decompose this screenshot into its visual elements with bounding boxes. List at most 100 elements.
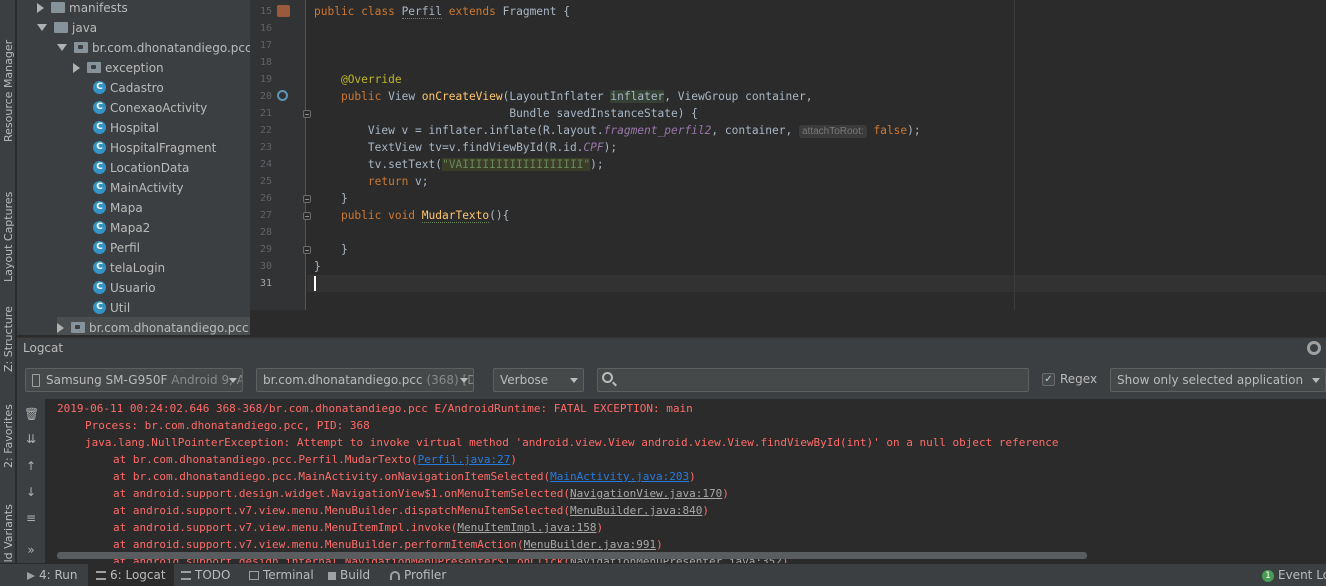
source-link[interactable]: NavigationView.java:170 (570, 487, 722, 500)
tree-item[interactable]: C LocationData (93, 157, 189, 177)
log-text-tail: ) (689, 470, 696, 483)
logcat-tab[interactable]: 6: Logcat (88, 564, 174, 586)
logcat-toolbar: Samsung SM-G950F Android 9, A br.com.dho… (17, 359, 1326, 399)
todo-icon (181, 571, 191, 580)
log-text-tail: ) (510, 453, 517, 466)
tree-item[interactable]: C Hospital (93, 117, 159, 137)
source-link[interactable]: MenuBuilder.java:991 (524, 538, 656, 551)
class-icon: C (93, 121, 106, 134)
tree-item[interactable]: C Util (93, 297, 130, 317)
terminal-tab[interactable]: Terminal (249, 564, 314, 586)
package-icon (87, 62, 101, 73)
collapsed-arrow-icon[interactable] (73, 62, 80, 73)
device-select[interactable]: Samsung SM-G950F Android 9, A (25, 368, 243, 392)
log-text-tail: ) (702, 504, 710, 517)
code-editor[interactable]: 15 16 17 18 19 20 21 22 23 24 25 26 27 28 29 30 31 publi… (250, 0, 1326, 310)
log-line: at android.support.v7.view.menu.MenuItem… (113, 519, 603, 536)
warning-marker-icon[interactable] (277, 5, 290, 17)
line-number: 27 (259, 210, 272, 221)
resource-manager-label: Resource Manager (2, 39, 15, 142)
override-marker-icon[interactable] (277, 90, 288, 101)
source-link[interactable]: MenuItemImpl.java:158 (457, 521, 596, 534)
log-text: Process: br.com.dhonatandiego.pcc, PID: … (85, 419, 370, 432)
tree-item[interactable]: C Cadastro (93, 77, 164, 97)
log-line: at android.support.design.widget.Navigat… (113, 485, 729, 502)
source-link[interactable]: MenuBuilder.java:840 (570, 504, 702, 517)
code-line-23: TextView tv=v.findViewById(R.id.CPF); (314, 141, 618, 154)
expanded-arrow-icon[interactable] (37, 24, 47, 31)
fold-icon[interactable] (303, 246, 311, 254)
regex-checkbox[interactable]: ✓ (1042, 373, 1055, 386)
tree-item-label: Usuario (110, 280, 156, 295)
line-number: 16 (259, 23, 272, 34)
horizontal-scrollbar[interactable] (57, 552, 1087, 559)
phone-icon (32, 374, 40, 387)
collapsed-arrow-icon[interactable] (57, 322, 64, 333)
logcat-search-input[interactable] (597, 368, 1029, 392)
tree-item[interactable]: java (37, 17, 97, 37)
left-tool-strip: Resource Manager Layout Captures Z: Stru… (0, 0, 16, 580)
tree-item-label: LocationData (110, 160, 190, 175)
tree-item[interactable]: br.com.dhonatandiego.pcc (57, 37, 250, 57)
fold-icon[interactable] (303, 195, 311, 203)
source-link[interactable]: MainActivity.java:203 (550, 470, 689, 483)
collapsed-arrow-icon[interactable] (37, 2, 44, 13)
tree-item[interactable]: C Perfil (93, 237, 140, 257)
build-tab[interactable]: Build (328, 564, 370, 586)
class-icon: C (93, 141, 106, 154)
filter-value: Show only selected application (1117, 373, 1304, 387)
line-number: 24 (259, 159, 272, 170)
class-icon: C (93, 261, 106, 274)
class-icon: C (93, 201, 106, 214)
process-select[interactable]: br.com.dhonatandiego.pcc (368) [D (256, 368, 474, 392)
tree-item[interactable]: CtelaLogin (93, 257, 165, 277)
line-number: 21 (259, 108, 272, 119)
tree-item-label: ConexaoActivity (110, 100, 208, 115)
scroll-to-end-icon[interactable]: ⇊ (24, 432, 38, 446)
favorites-label: 2: Favorites (2, 404, 15, 468)
tree-item-label: Mapa2 (110, 220, 151, 235)
code-line-15: public class Perfil extends Fragment { (314, 5, 570, 19)
class-icon: C (93, 101, 106, 114)
terminal-icon (249, 571, 259, 580)
expanded-arrow-icon[interactable] (57, 44, 67, 51)
event-log-tab[interactable]: 1 Event Log (1262, 564, 1326, 586)
tree-item[interactable]: exception (73, 57, 164, 77)
tree-item[interactable]: C Mapa (93, 197, 143, 217)
run-tab[interactable]: 4: Run (27, 564, 78, 586)
tree-item[interactable]: C Mapa2 (93, 217, 150, 237)
source-link[interactable]: Perfil.java:27 (418, 453, 511, 466)
tree-item[interactable]: C Usuario (93, 277, 156, 297)
chevron-down-icon (460, 378, 468, 383)
tree-item[interactable]: br.com.dhonatandiego.pcc (ar (57, 317, 250, 335)
more-icon[interactable]: » (24, 543, 38, 557)
terminal-tab-label: Terminal (263, 568, 314, 582)
log-level-select[interactable]: Verbose (493, 368, 584, 392)
project-tree: manifests java br.com.dhonatandiego.pcc exc… (17, 0, 250, 335)
tree-item[interactable]: C MainActivity (93, 177, 184, 197)
line-number: 30 (259, 261, 272, 272)
fold-icon[interactable] (303, 212, 311, 220)
code-line-30: } (314, 260, 321, 273)
gear-icon[interactable] (1307, 341, 1321, 355)
package-icon (71, 322, 85, 333)
tree-item[interactable]: C HospitalFragment (93, 137, 216, 157)
todo-tab[interactable]: TODO (181, 564, 230, 586)
profiler-tab[interactable]: Profiler (390, 564, 446, 586)
tree-item[interactable]: C ConexaoActivity (93, 97, 207, 117)
class-icon: C (93, 161, 106, 174)
current-line-highlight (307, 275, 1326, 292)
log-text-tail: ) (656, 538, 663, 551)
line-number: 20 (259, 91, 272, 102)
arrow-up-icon[interactable]: ↑ (24, 459, 38, 473)
fold-icon[interactable] (303, 110, 311, 118)
code-line-26: } (314, 192, 348, 205)
search-icon (602, 372, 613, 383)
logcat-output[interactable]: 2019-06-11 00:24:02.646 368-368/br.com.d… (45, 399, 1326, 563)
soft-wrap-icon[interactable]: ≡ (24, 511, 38, 525)
filter-select[interactable]: Show only selected application (1110, 368, 1326, 392)
tree-item[interactable]: manifests (37, 0, 128, 17)
trash-icon[interactable]: 🗑 (24, 407, 39, 421)
arrow-down-icon[interactable]: ↓ (24, 485, 38, 499)
layout-captures-label: Layout Captures (2, 191, 15, 282)
